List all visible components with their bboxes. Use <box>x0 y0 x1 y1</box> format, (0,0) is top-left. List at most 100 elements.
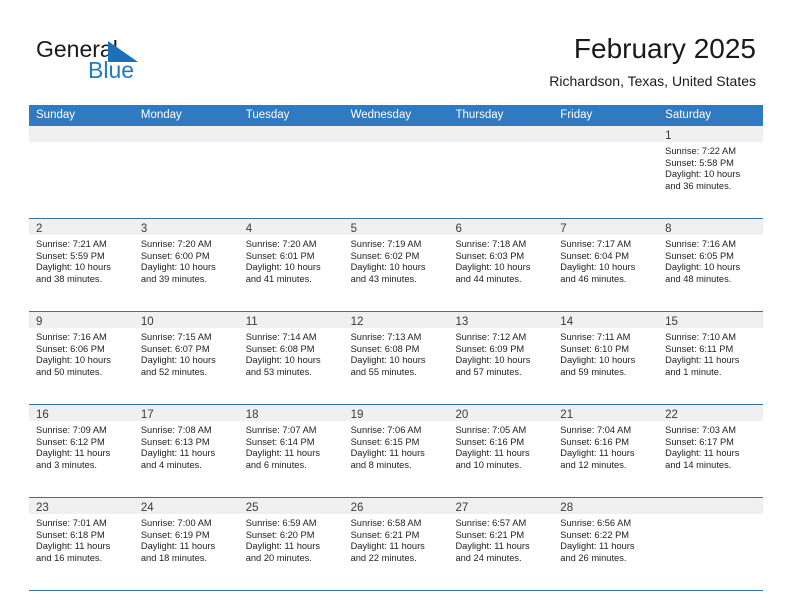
day-cell[interactable]: 28 Sunrise: 6:56 AM Sunset: 6:22 PM Dayligh… <box>553 498 659 590</box>
title-block: February 2025 Richardson, Texas, United … <box>549 32 756 90</box>
day-number: 3 <box>140 223 148 235</box>
day-cell-empty <box>238 126 344 218</box>
day-cell[interactable]: 18 Sunrise: 7:07 AM Sunset: 6:14 PM Dayligh… <box>238 405 344 497</box>
day-cell[interactable]: 13 Sunrise: 7:12 AM Sunset: 6:09 PM Dayligh… <box>448 312 554 404</box>
day-cell[interactable]: 26 Sunrise: 6:58 AM Sunset: 6:21 PM Dayligh… <box>343 498 449 590</box>
day-cell[interactable]: 2 Sunrise: 7:21 AM Sunset: 5:59 PM Daylight… <box>29 219 134 311</box>
day-number: 16 <box>36 409 49 421</box>
sunrise-text: Sunrise: 7:15 AM <box>140 332 212 342</box>
sunrise-text: Sunrise: 7:16 AM <box>665 239 736 249</box>
day-info: Sunrise: 7:05 AM Sunset: 6:16 PM Daylight:… <box>448 421 553 472</box>
day-number: 5 <box>350 223 357 235</box>
day-cell[interactable]: 20 Sunrise: 7:05 AM Sunset: 6:16 PM Dayligh… <box>448 405 554 497</box>
sunrise-text: Sunrise: 7:08 AM <box>140 425 212 435</box>
day-cell[interactable]: 6 Sunrise: 7:18 AM Sunset: 6:03 PM Daylight… <box>448 219 554 311</box>
day-number: 22 <box>665 409 678 421</box>
sunset-text: Sunset: 6:21 PM <box>455 529 525 540</box>
sunset-text: Sunset: 6:19 PM <box>140 529 210 540</box>
sunrise-text: Sunrise: 6:59 AM <box>245 518 317 528</box>
sunrise-text: Sunrise: 6:58 AM <box>350 518 422 528</box>
day-cell-empty <box>658 498 764 590</box>
sunrise-text: Sunrise: 7:09 AM <box>36 425 107 435</box>
day-cell[interactable]: 15 Sunrise: 7:10 AM Sunset: 6:11 PM Dayligh… <box>658 312 764 404</box>
day-number-band: 3 <box>133 219 239 235</box>
day-cell[interactable]: 25 Sunrise: 6:59 AM Sunset: 6:20 PM Dayligh… <box>238 498 344 590</box>
day-info: Sunrise: 6:57 AM Sunset: 6:21 PM Daylight:… <box>448 514 553 565</box>
day-number: 8 <box>665 223 672 235</box>
day-number: 24 <box>140 502 154 514</box>
day-number-band <box>133 126 239 142</box>
day-info: Sunrise: 7:06 AM Sunset: 6:15 PM Daylight:… <box>344 421 449 472</box>
day-cell[interactable]: 9 Sunrise: 7:16 AM Sunset: 6:06 PM Daylight… <box>29 312 134 404</box>
day-cell[interactable]: 8 Sunrise: 7:16 AM Sunset: 6:05 PM Daylight… <box>658 219 764 311</box>
day-number-band: 12 <box>343 312 449 328</box>
day-cell[interactable]: 24 Sunrise: 7:00 AM Sunset: 6:19 PM Dayligh… <box>133 498 239 590</box>
day-number: 14 <box>560 316 574 328</box>
day-cell[interactable]: 4 Sunrise: 7:20 AM Sunset: 6:01 PM Daylight… <box>238 219 344 311</box>
day-cell[interactable]: 14 Sunrise: 7:11 AM Sunset: 6:10 PM Dayligh… <box>553 312 659 404</box>
daylight-text: Daylight: 10 hours and 55 minutes. <box>350 355 426 378</box>
sunset-text: Sunset: 6:10 PM <box>560 343 630 354</box>
day-cell[interactable]: 10 Sunrise: 7:15 AM Sunset: 6:07 PM Dayligh… <box>133 312 239 404</box>
day-info: Sunrise: 6:56 AM Sunset: 6:22 PM Daylight:… <box>553 514 658 565</box>
daylight-text: Daylight: 10 hours and 46 minutes. <box>560 262 636 285</box>
day-number-band: 6 <box>448 219 554 235</box>
day-cell[interactable]: 19 Sunrise: 7:06 AM Sunset: 6:15 PM Dayligh… <box>343 405 449 497</box>
sunrise-text: Sunrise: 7:07 AM <box>245 425 317 435</box>
calendar-week-row: 1 Sunrise: 7:22 AM Sunset: 5:58 PM Daylight… <box>29 126 764 219</box>
sunrise-text: Sunrise: 7:06 AM <box>350 425 422 435</box>
day-cell[interactable]: 16 Sunrise: 7:09 AM Sunset: 6:12 PM Dayligh… <box>29 405 134 497</box>
sunset-text: Sunset: 6:12 PM <box>36 436 105 447</box>
day-cell[interactable]: 27 Sunrise: 6:57 AM Sunset: 6:21 PM Dayligh… <box>448 498 554 590</box>
sunrise-text: Sunrise: 7:11 AM <box>560 332 631 342</box>
sunset-text: Sunset: 6:21 PM <box>350 529 420 540</box>
day-number: 1 <box>665 130 672 142</box>
daylight-text: Daylight: 10 hours and 48 minutes. <box>665 262 741 285</box>
day-number-band: 10 <box>133 312 239 328</box>
day-cell[interactable]: 23 Sunrise: 7:01 AM Sunset: 6:18 PM Dayligh… <box>29 498 134 590</box>
daylight-text: Daylight: 11 hours and 10 minutes. <box>455 448 530 471</box>
day-info: Sunrise: 7:20 AM Sunset: 6:01 PM Daylight:… <box>239 235 344 286</box>
sunset-text: Sunset: 5:58 PM <box>665 157 734 168</box>
day-info: Sunrise: 7:16 AM Sunset: 6:06 PM Daylight:… <box>29 328 134 379</box>
day-number-band <box>448 126 554 142</box>
day-number: 26 <box>350 502 364 514</box>
sunset-text: Sunset: 6:04 PM <box>560 250 630 261</box>
day-number-band <box>238 126 344 142</box>
day-number: 6 <box>455 223 462 235</box>
day-cell-empty <box>448 126 554 218</box>
day-cell[interactable]: 22 Sunrise: 7:03 AM Sunset: 6:17 PM Dayligh… <box>658 405 764 497</box>
calendar-page: General Blue February 2025 Richardson, T… <box>0 0 792 612</box>
day-info: Sunrise: 6:59 AM Sunset: 6:20 PM Daylight:… <box>239 514 344 565</box>
day-cell[interactable]: 17 Sunrise: 7:08 AM Sunset: 6:13 PM Dayligh… <box>133 405 239 497</box>
day-cell[interactable]: 3 Sunrise: 7:20 AM Sunset: 6:00 PM Daylight… <box>133 219 239 311</box>
day-number-band: 28 <box>553 498 659 514</box>
day-number-band <box>553 126 659 142</box>
day-number-band: 13 <box>448 312 554 328</box>
day-info: Sunrise: 7:16 AM Sunset: 6:05 PM Daylight:… <box>658 235 763 286</box>
sunrise-text: Sunrise: 7:16 AM <box>36 332 107 342</box>
day-cell[interactable]: 11 Sunrise: 7:14 AM Sunset: 6:08 PM Dayligh… <box>238 312 344 404</box>
weekday-header-saturday: Saturday <box>665 109 712 121</box>
day-cell[interactable]: 12 Sunrise: 7:13 AM Sunset: 6:08 PM Dayligh… <box>343 312 449 404</box>
day-cell[interactable]: 21 Sunrise: 7:04 AM Sunset: 6:16 PM Dayligh… <box>553 405 659 497</box>
day-info: Sunrise: 7:04 AM Sunset: 6:16 PM Daylight:… <box>553 421 658 472</box>
daylight-text: Daylight: 11 hours and 12 minutes. <box>560 448 635 471</box>
day-number: 23 <box>36 502 49 514</box>
sunrise-text: Sunrise: 7:19 AM <box>350 239 422 249</box>
day-cell[interactable]: 7 Sunrise: 7:17 AM Sunset: 6:04 PM Daylight… <box>553 219 659 311</box>
calendar-week-row: 16 Sunrise: 7:09 AM Sunset: 6:12 PM Dayligh… <box>29 405 764 498</box>
day-number: 20 <box>455 409 469 421</box>
day-number: 11 <box>245 316 258 328</box>
day-info: Sunrise: 7:20 AM Sunset: 6:00 PM Daylight:… <box>134 235 239 286</box>
sunset-text: Sunset: 6:00 PM <box>140 250 210 261</box>
day-cell[interactable]: 1 Sunrise: 7:22 AM Sunset: 5:58 PM Daylight… <box>658 126 764 218</box>
day-number: 2 <box>36 223 43 235</box>
day-number: 4 <box>245 223 253 235</box>
weekday-header-monday: Monday <box>140 109 182 121</box>
brand-logo[interactable]: General Blue <box>36 36 216 88</box>
day-number-band: 16 <box>29 405 134 421</box>
sunset-text: Sunset: 6:03 PM <box>455 250 525 261</box>
day-cell[interactable]: 5 Sunrise: 7:19 AM Sunset: 6:02 PM Daylight… <box>343 219 449 311</box>
daylight-text: Daylight: 10 hours and 57 minutes. <box>455 355 531 378</box>
